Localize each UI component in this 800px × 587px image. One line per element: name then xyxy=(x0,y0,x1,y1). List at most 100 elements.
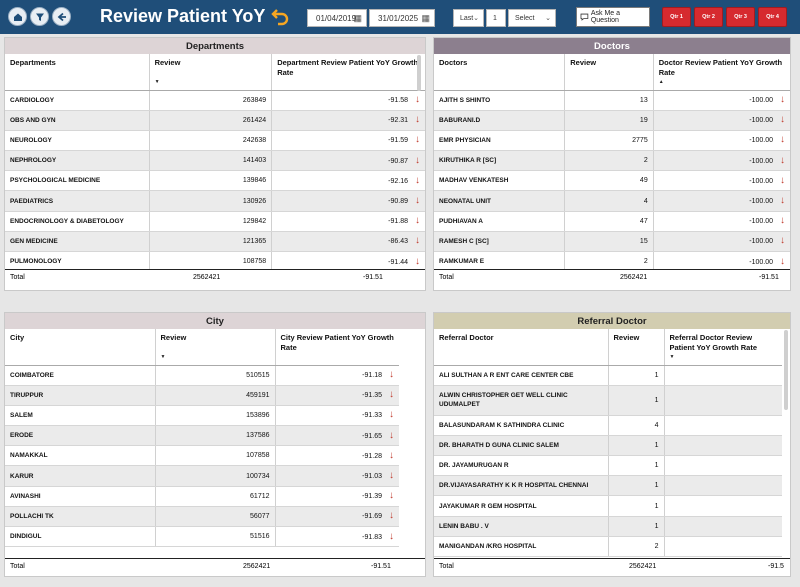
date-from-input[interactable]: 01/04/2019 ▦ xyxy=(307,9,367,27)
row-name: ERODE xyxy=(5,425,156,447)
doctors-col-growth[interactable]: Doctor Review Patient YoY Growth Rate ▲ xyxy=(653,54,790,91)
departments-col-review[interactable]: Review ▼ xyxy=(149,54,273,91)
row-name: COIMBATORE xyxy=(5,365,156,386)
departments-col-growth[interactable]: Department Review Patient YoY Growth Rat… xyxy=(271,54,425,91)
period-unit-select[interactable]: Select ⌄ xyxy=(508,9,556,27)
row-review: 510515 xyxy=(155,365,276,386)
table-row[interactable]: AVINASHI 61712 -91.39 ↓ xyxy=(5,486,399,507)
down-arrow-icon: ↓ xyxy=(415,235,420,247)
table-row[interactable]: EMR PHYSICIAN 2775 -100.00 ↓ xyxy=(434,130,790,152)
qtr-4-button[interactable]: Qtr 4 xyxy=(758,7,787,27)
down-arrow-icon: ↓ xyxy=(780,235,785,247)
table-row[interactable]: KIRUTHIKA R [SC] 2 -100.00 ↓ xyxy=(434,150,790,172)
row-name: MANIGANDAN /KRG HOSPITAL xyxy=(434,536,609,558)
home-icon[interactable] xyxy=(8,7,27,26)
ask-question-button[interactable]: Ask Me a Question xyxy=(576,7,650,27)
row-review: 129842 xyxy=(149,211,273,232)
table-row[interactable]: KARUR 100734 -91.03 ↓ xyxy=(5,465,399,487)
doctors-col-review[interactable]: Review xyxy=(564,54,654,91)
back-icon[interactable] xyxy=(52,7,71,26)
referral-col-growth[interactable]: Referral Doctor Review Patient YoY Growt… xyxy=(664,329,782,366)
qtr-1-button[interactable]: Qtr 1 xyxy=(662,7,691,27)
table-row[interactable]: BALASUNDARAM K SATHINDRA CLINIC 4 xyxy=(434,415,782,436)
table-row[interactable]: PUDHIAVAN A 47 -100.00 ↓ xyxy=(434,211,790,232)
row-name: AVINASHI xyxy=(5,486,156,507)
filter-icon[interactable] xyxy=(30,7,49,26)
qtr-3-button[interactable]: Qtr 3 xyxy=(726,7,755,27)
row-review: 100734 xyxy=(155,465,276,487)
row-growth: -100.00 ↓ xyxy=(653,231,790,253)
referral-col-review[interactable]: Review xyxy=(608,329,665,366)
table-row[interactable]: ENDOCRINOLOGY & DIABETOLOGY 129842 -91.88 ↓ xyxy=(5,211,425,232)
table-row[interactable]: GEN MEDICINE 121365 -86.43 ↓ xyxy=(5,231,425,253)
row-review: 15 xyxy=(564,231,654,253)
row-review: 1 xyxy=(608,516,665,537)
table-row[interactable]: AJITH S SHINTO 13 -100.00 ↓ xyxy=(434,90,790,111)
table-row[interactable]: PSYCHOLOGICAL MEDICINE 139846 -92.16 ↓ xyxy=(5,170,425,192)
qtr-2-button[interactable]: Qtr 2 xyxy=(694,7,723,27)
table-row[interactable]: ALWIN CHRISTOPHER GET WELL CLINIC UDUMALP… xyxy=(434,385,782,416)
row-name: DR. JAYAMURUGAN R xyxy=(434,455,609,477)
departments-scrollbar[interactable] xyxy=(417,55,421,91)
period-count-input[interactable]: 1 xyxy=(486,9,506,27)
sort-asc-icon[interactable]: ▲ xyxy=(659,79,664,86)
doctors-panel: Doctors Doctors Review Doctor Review Pat… xyxy=(433,37,791,291)
table-row[interactable]: DINDIGUL 51516 -91.83 ↓ xyxy=(5,526,399,548)
date-to-input[interactable]: 31/01/2025 ▦ xyxy=(369,9,435,27)
row-growth: -91.69 ↓ xyxy=(275,506,399,528)
row-name: MADHAV VENKATESH xyxy=(434,170,566,192)
table-row[interactable]: POLLACHI TK 56077 -91.69 ↓ xyxy=(5,506,399,528)
down-arrow-icon: ↓ xyxy=(415,174,420,186)
table-row[interactable]: BABURANI.D 19 -100.00 ↓ xyxy=(434,110,790,131)
table-row[interactable]: DR. JAYAMURUGAN R1 xyxy=(434,455,782,477)
table-row[interactable]: SALEM 153896 -91.33 ↓ xyxy=(5,405,399,427)
table-row[interactable]: ALI SULTHAN A R ENT CARE CENTER CBE 1 xyxy=(434,365,782,386)
row-review: 1 xyxy=(608,385,665,416)
period-type-select[interactable]: Last ⌄ xyxy=(453,9,484,27)
table-row[interactable]: PAEDIATRICS 130926 -90.89 ↓ xyxy=(5,190,425,212)
table-row[interactable]: LENIN BABU . V1 xyxy=(434,516,782,537)
row-review: 130926 xyxy=(149,190,273,212)
table-row[interactable]: DR. BHARATH D GUNA CLINIC SALEM 1 xyxy=(434,435,782,457)
row-growth: -92.16 ↓ xyxy=(271,170,425,192)
table-row[interactable]: TIRUPPUR 459191 -91.35 ↓ xyxy=(5,385,399,406)
table-row[interactable]: CARDIOLOGY 263849 -91.58 ↓ xyxy=(5,90,425,111)
period-count-value: 1 xyxy=(493,14,497,22)
sort-desc-icon[interactable]: ▼ xyxy=(155,79,160,86)
departments-col-name[interactable]: Departments xyxy=(5,54,150,91)
row-name: ALI SULTHAN A R ENT CARE CENTER CBE xyxy=(434,365,609,386)
row-name: CARDIOLOGY xyxy=(5,90,150,111)
row-name: ALWIN CHRISTOPHER GET WELL CLINIC UDUMALP… xyxy=(434,385,609,416)
city-col-name[interactable]: City xyxy=(5,329,156,366)
row-review: 1 xyxy=(608,475,665,497)
city-total-row: Total 2562421 -91.51 xyxy=(5,558,425,576)
sort-desc-icon[interactable]: ▼ xyxy=(161,354,166,361)
table-row[interactable]: NEONATAL UNIT 4 -100.00 ↓ xyxy=(434,190,790,212)
table-row[interactable]: OBS AND GYN 261424 -92.31 ↓ xyxy=(5,110,425,131)
date-from-value: 01/04/2019 xyxy=(316,13,357,23)
table-row[interactable]: NEUROLOGY 242638 -91.59 ↓ xyxy=(5,130,425,152)
table-row[interactable]: MANIGANDAN /KRG HOSPITAL 2 xyxy=(434,536,782,558)
table-row[interactable]: ERODE 137586 -91.65 ↓ xyxy=(5,425,399,447)
doctors-col-name[interactable]: Doctors xyxy=(434,54,566,91)
table-row[interactable]: NAMAKKAL 107858 -91.28 ↓ xyxy=(5,445,399,467)
row-review: 61712 xyxy=(155,486,276,507)
row-review: 56077 xyxy=(155,506,276,528)
city-panel: City City Review ▼ City Review Patient Yo… xyxy=(4,312,426,577)
departments-total-row: Total 2562421 -91.51 xyxy=(5,269,425,287)
referral-scrollbar[interactable] xyxy=(784,330,788,410)
undo-icon[interactable] xyxy=(270,6,292,28)
row-review: 263849 xyxy=(149,90,273,111)
row-name: PSYCHOLOGICAL MEDICINE xyxy=(5,170,150,192)
referral-col-name[interactable]: Referral Doctor xyxy=(434,329,609,366)
table-row[interactable]: DR.VIJAYASARATHY K K R HOSPITAL CHENNAI 1 xyxy=(434,475,782,497)
table-row[interactable]: MADHAV VENKATESH 49 -100.00 ↓ xyxy=(434,170,790,192)
city-col-review[interactable]: Review ▼ xyxy=(155,329,276,366)
table-row[interactable]: RAMESH C [SC] 15 -100.00 ↓ xyxy=(434,231,790,253)
sort-desc-icon[interactable]: ▼ xyxy=(670,354,675,361)
table-row[interactable]: COIMBATORE 510515 -91.18 ↓ xyxy=(5,365,399,386)
city-col-growth[interactable]: City Review Patient YoY Growth Rate xyxy=(275,329,399,366)
table-row[interactable]: JAYAKUMAR R GEM HOSPITAL 1 xyxy=(434,495,782,517)
table-row[interactable]: NEPHROLOGY 141403 -90.87 ↓ xyxy=(5,150,425,172)
calendar-icon: ▦ xyxy=(421,13,430,23)
